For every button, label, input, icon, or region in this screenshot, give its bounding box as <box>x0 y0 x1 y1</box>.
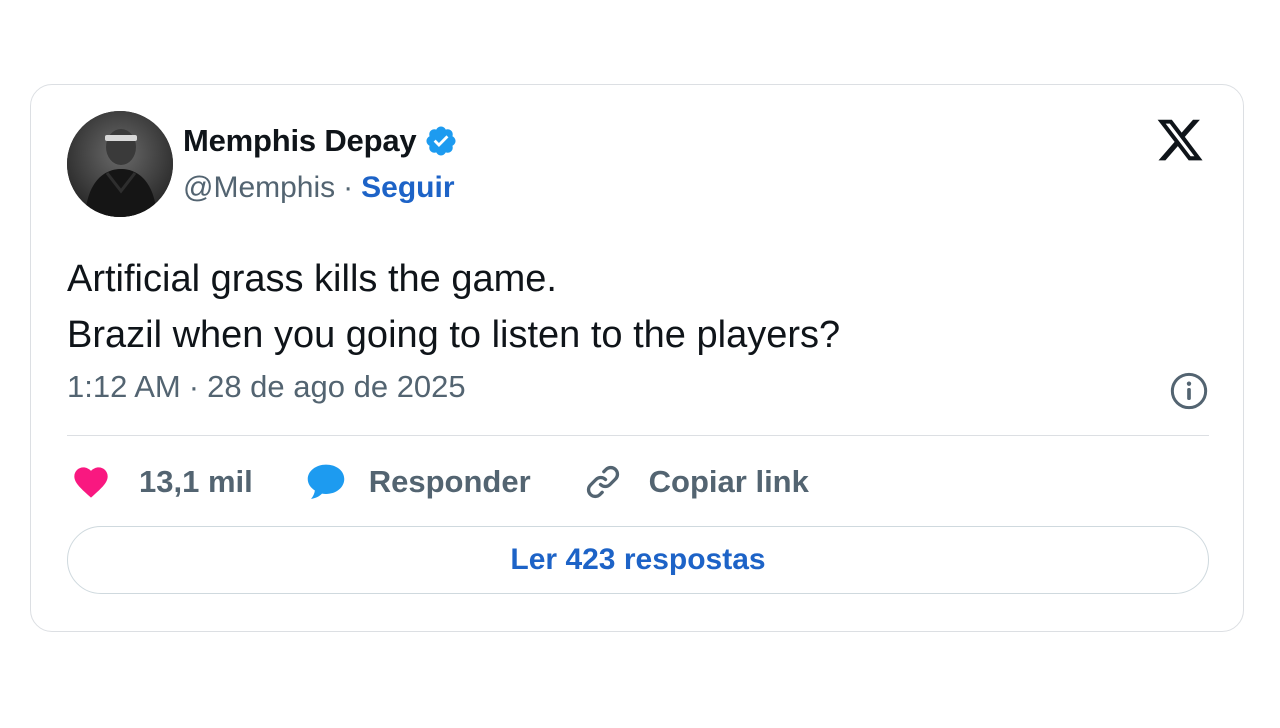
author-display-name[interactable]: Memphis Depay <box>183 123 417 159</box>
x-logo-icon[interactable] <box>1155 115 1205 165</box>
author-handle-row: @Memphis · Seguir <box>183 171 455 205</box>
verified-badge-icon <box>424 124 458 158</box>
tweet-card: Memphis Depay @Memphis · Seguir Artifici… <box>30 84 1244 632</box>
info-icon[interactable] <box>1169 371 1209 411</box>
author-handle[interactable]: @Memphis <box>183 171 335 205</box>
tweet-timestamp[interactable]: 1:12 AM · 28 de ago de 2025 <box>67 369 466 405</box>
speech-bubble-icon <box>305 462 347 502</box>
avatar[interactable] <box>67 111 173 217</box>
tweet-text: Artificial grass kills the game. Brazil … <box>67 251 1167 363</box>
read-replies-label: Ler 423 respostas <box>510 543 766 576</box>
heart-icon <box>71 462 111 502</box>
like-count: 13,1 mil <box>139 464 253 499</box>
tweet-time: 1:12 AM <box>67 369 181 404</box>
tweet-date: 28 de ago de 2025 <box>207 369 466 404</box>
tweet-text-line: Brazil when you going to listen to the p… <box>67 314 841 356</box>
copy-link-label: Copiar link <box>648 464 809 499</box>
tweet-text-line: Artificial grass kills the game. <box>67 258 557 300</box>
link-icon <box>583 462 623 502</box>
author-name-row: Memphis Depay <box>183 123 458 159</box>
separator-dot: · <box>343 171 354 204</box>
read-replies-button[interactable]: Ler 423 respostas <box>67 526 1209 594</box>
like-button[interactable]: 13,1 mil <box>71 462 253 502</box>
divider <box>67 435 1209 436</box>
follow-button[interactable]: Seguir <box>361 171 454 205</box>
reply-button[interactable]: Responder <box>305 462 531 502</box>
action-bar: 13,1 mil Responder Copiar link <box>71 459 809 505</box>
separator-dot: · <box>188 369 200 404</box>
reply-label: Responder <box>368 464 531 499</box>
copy-link-button[interactable]: Copiar link <box>583 462 809 502</box>
